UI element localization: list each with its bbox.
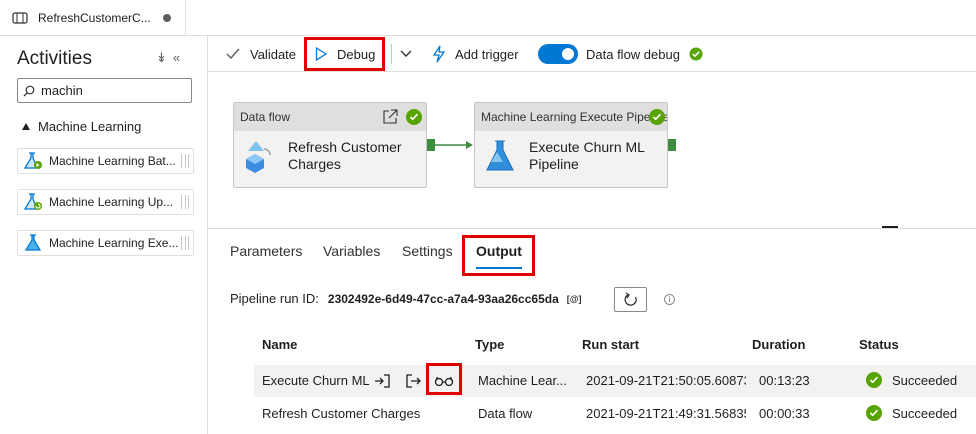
row-run-start: 2021-09-21T21:50:05.60873 (586, 373, 746, 388)
output-highlight-box (462, 235, 535, 276)
pipeline-run-id: Pipeline run ID: 2302492e-6d49-47cc-a7a4… (230, 291, 582, 306)
node2-output-port[interactable] (668, 139, 676, 151)
node-header: Machine Learning Execute Pipeline (475, 103, 667, 131)
row-status: Succeeded (866, 405, 957, 421)
drag-handle-icon[interactable] (181, 236, 189, 250)
activity-ml-update[interactable]: Machine Learning Up... (17, 189, 194, 215)
input-icon[interactable] (374, 374, 390, 388)
pipeline-icon (12, 12, 28, 24)
validate-button[interactable]: Validate (226, 36, 296, 72)
glasses-icon[interactable] (434, 376, 454, 386)
row-duration: 00:00:33 (759, 406, 810, 421)
table-row[interactable]: Execute Churn ML Machine Lear... 2021-09… (254, 363, 976, 397)
machine-learning-group[interactable]: Machine Learning (22, 119, 141, 134)
node-title-line1: Execute Churn ML (529, 139, 645, 155)
col-header-status[interactable]: Status (859, 337, 899, 352)
refresh-icon (624, 291, 637, 306)
run-id-value: 2302492e-6d49-47cc-a7a4-93aa26cc65da (327, 291, 559, 306)
add-trigger-button[interactable]: Add trigger (431, 36, 519, 72)
debug-button[interactable]: Debug (315, 36, 375, 72)
drag-handle-icon[interactable] (181, 154, 189, 168)
row-duration: 00:13:23 (759, 373, 810, 388)
dataflow-icon (246, 141, 271, 173)
chevron-down-icon (400, 50, 412, 57)
lightning-icon (432, 45, 446, 63)
col-header-name[interactable]: Name (262, 337, 297, 352)
ml-execute-icon (486, 140, 514, 171)
pipeline-canvas[interactable]: Data flow Refresh Customer Charges Machi… (208, 72, 976, 228)
ml-update-icon (23, 193, 42, 210)
properties-panel: Parameters Variables Settings Output Pip… (208, 228, 976, 434)
copy-icon[interactable]: [@] (567, 294, 582, 304)
document-tab-bar: RefreshCustomerC... (0, 0, 976, 36)
pipeline-tab-title: RefreshCustomerC... (38, 11, 151, 25)
search-icon (23, 85, 35, 96)
checkmark-icon (226, 48, 240, 60)
node1-output-port[interactable] (427, 139, 435, 151)
activities-search-input[interactable]: machin (17, 78, 192, 103)
unsaved-dot-icon (163, 14, 171, 22)
activities-title: Activities (17, 48, 92, 69)
success-check-icon (689, 47, 703, 61)
activities-panel: Activities ↡« machin Machine Learning Ma… (0, 36, 208, 434)
tab-variables[interactable]: Variables (323, 243, 380, 259)
drag-handle-icon[interactable] (181, 195, 189, 209)
row-name: Refresh Customer Charges (262, 406, 421, 421)
activity-label: Machine Learning Bat... (49, 154, 176, 168)
dataflow-debug-toggle[interactable]: Data flow debug (538, 36, 703, 72)
activity-ml-execute[interactable]: Machine Learning Exe... (17, 230, 194, 256)
open-external-icon[interactable] (383, 109, 398, 124)
success-check-icon (866, 372, 882, 388)
adf-pipeline-editor: RefreshCustomerC... Activities ↡« machin… (0, 0, 976, 434)
success-check-icon (406, 109, 422, 125)
success-check-icon (866, 405, 882, 421)
row-type: Machine Lear... (478, 373, 567, 388)
run-id-label: Pipeline run ID: (230, 291, 319, 306)
activity-label: Machine Learning Exe... (49, 236, 179, 250)
activity-ml-batch[interactable]: Machine Learning Bat... (17, 148, 194, 174)
node-title-line2: Charges (288, 156, 341, 172)
group-label: Machine Learning (38, 119, 142, 134)
output-icon[interactable] (406, 374, 422, 388)
tab-parameters[interactable]: Parameters (230, 243, 302, 259)
refresh-button[interactable] (614, 287, 647, 312)
table-row[interactable]: Refresh Customer Charges Data flow 2021-… (254, 398, 976, 430)
hide-panel-icon[interactable]: « (173, 50, 186, 65)
row-type: Data flow (478, 406, 533, 421)
success-check-icon (649, 109, 665, 125)
node-title-line2: Pipeline (529, 156, 579, 172)
pipeline-tab[interactable]: RefreshCustomerC... (0, 0, 186, 36)
toolbar-divider (391, 44, 392, 64)
play-icon (315, 47, 327, 61)
col-header-run-start[interactable]: Run start (582, 337, 639, 352)
expand-triangle-icon (22, 123, 30, 130)
col-header-duration[interactable]: Duration (752, 337, 805, 352)
col-header-type[interactable]: Type (475, 337, 504, 352)
node-title-line1: Refresh Customer (288, 139, 402, 155)
row-run-start: 2021-09-21T21:49:31.56835 (586, 406, 746, 421)
pipeline-toolbar: Validate Debug Add trigger Data flow deb… (208, 36, 976, 72)
info-icon[interactable]: i (664, 294, 675, 305)
debug-options-dropdown[interactable] (400, 36, 412, 72)
dataflow-activity-node[interactable]: Data flow Refresh Customer Charges (233, 102, 427, 188)
activity-label: Machine Learning Up... (49, 195, 174, 209)
search-value: machin (41, 83, 83, 98)
ml-execute-activity-node[interactable]: Machine Learning Execute Pipeline Execut… (474, 102, 668, 188)
toggle-switch[interactable] (538, 44, 578, 64)
collapse-all-icon[interactable]: ↡ (156, 50, 173, 65)
success-connector-arrow[interactable] (435, 137, 475, 153)
ml-execute-icon (24, 234, 42, 251)
row-status: Succeeded (866, 372, 957, 388)
tab-settings[interactable]: Settings (402, 243, 453, 259)
row-name: Execute Churn ML (262, 373, 370, 388)
ml-batch-icon (23, 152, 42, 169)
